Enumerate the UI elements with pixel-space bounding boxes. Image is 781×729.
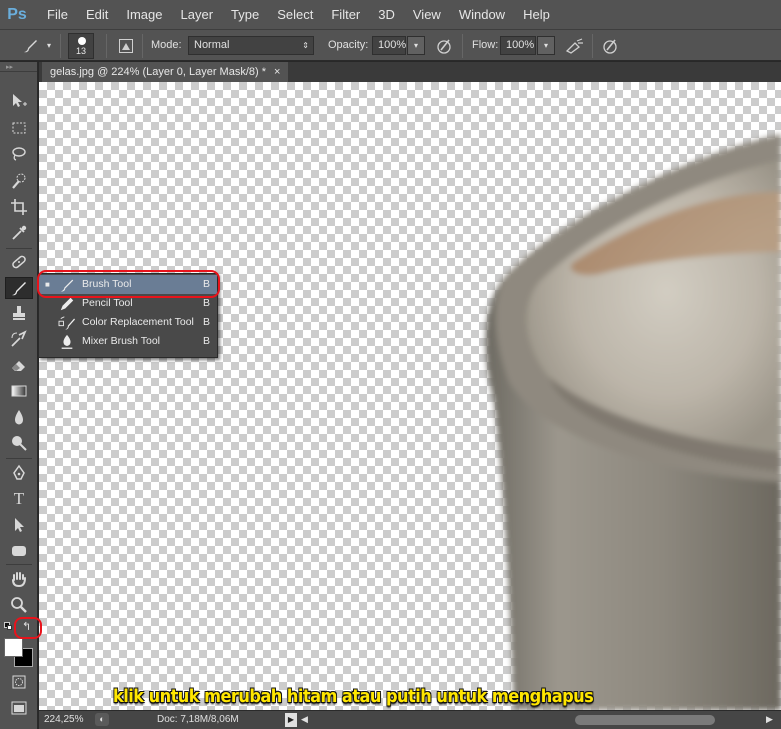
brush-panel-toggle-icon[interactable] (116, 36, 136, 56)
pressure-opacity-icon[interactable] (434, 36, 454, 56)
brush-tool-highlight (37, 270, 220, 298)
lasso-tool-icon[interactable] (5, 143, 33, 165)
opacity-input[interactable]: 100% (372, 36, 406, 55)
quick-selection-tool-icon[interactable] (5, 170, 33, 192)
pressure-size-icon[interactable] (600, 36, 620, 56)
menu-select[interactable]: Select (268, 0, 322, 29)
crop-tool-icon[interactable] (5, 196, 33, 218)
annotation-caption: klik untuk merubah hitam atau putih untu… (113, 686, 594, 707)
clone-stamp-tool-icon[interactable] (5, 302, 33, 324)
opacity-label: Opacity: (328, 39, 369, 51)
menu-file[interactable]: File (38, 0, 77, 29)
gradient-tool-icon[interactable] (5, 380, 33, 402)
menu-type[interactable]: Type (222, 0, 268, 29)
menu-filter[interactable]: Filter (322, 0, 369, 29)
panel-grip[interactable]: ▸▸ (0, 62, 37, 72)
brush-size-value: 13 (75, 46, 86, 56)
tool-preset-dropdown-icon[interactable]: ▾ (44, 40, 54, 52)
dodge-tool-icon[interactable] (5, 432, 33, 454)
menu-help[interactable]: Help (514, 0, 559, 29)
mode-select[interactable]: Normal ⇕ (188, 36, 314, 55)
flow-dropdown-icon[interactable]: ▾ (537, 36, 555, 55)
brush-size-picker[interactable]: 13 (68, 33, 94, 59)
menu-window[interactable]: Window (450, 0, 514, 29)
horizontal-scrollbar-thumb[interactable] (575, 715, 715, 725)
foreground-color-swatch[interactable] (4, 638, 23, 657)
status-bar: 224,25% ◐ Doc: 7,18M/8,06M ▶ ◀ ▶ (39, 710, 781, 729)
eraser-tool-icon[interactable] (5, 354, 33, 376)
flyout-item-mixer-brush-tool[interactable]: Mixer Brush Tool B (39, 332, 217, 351)
separator (142, 34, 143, 58)
brush-tool-icon[interactable] (5, 277, 33, 299)
menu-layer[interactable]: Layer (172, 0, 223, 29)
brush-tip-icon (78, 37, 86, 45)
mixer-brush-icon (58, 333, 76, 350)
default-colors-icon[interactable] (4, 622, 12, 630)
flow-input[interactable]: 100% (500, 36, 536, 55)
tool-preset-brush-icon[interactable] (20, 36, 40, 56)
shape-tool-icon[interactable] (5, 540, 33, 562)
flow-label: Flow: (472, 39, 499, 51)
document-tab-title: gelas.jpg @ 224% (Layer 0, Layer Mask/8)… (50, 66, 266, 78)
scroll-right-icon[interactable]: ▶ (766, 714, 773, 725)
eyedropper-tool-icon[interactable] (5, 222, 33, 244)
healing-brush-tool-icon[interactable] (5, 251, 33, 273)
hand-tool-icon[interactable] (5, 568, 33, 590)
screen-mode-icon[interactable] (5, 697, 33, 719)
document-canvas[interactable]: klik untuk merubah hitam atau putih untu… (39, 82, 781, 710)
swap-colors-highlight (14, 617, 42, 639)
menu-view[interactable]: View (404, 0, 450, 29)
document-tab[interactable]: gelas.jpg @ 224% (Layer 0, Layer Mask/8)… (42, 62, 289, 82)
options-bar: ▾ 13 Mode: Normal ⇕ Opacity: 100% ▾ Flow… (0, 29, 781, 61)
separator (592, 34, 593, 58)
history-brush-tool-icon[interactable] (5, 328, 33, 350)
pen-tool-icon[interactable] (5, 462, 33, 484)
glass-image (485, 134, 781, 710)
tool-divider (6, 248, 32, 249)
airbrush-icon[interactable] (565, 36, 585, 56)
mode-value: Normal (194, 39, 230, 51)
menu-3d[interactable]: 3D (369, 0, 404, 29)
chevron-updown-icon: ⇕ (302, 41, 309, 50)
tool-divider (6, 458, 32, 459)
move-tool-icon[interactable] (5, 90, 33, 112)
share-icon[interactable]: ◐ (95, 713, 109, 726)
document-info: Doc: 7,18M/8,06M (157, 714, 239, 725)
quick-mask-icon[interactable] (5, 671, 33, 693)
photoshop-logo: Ps (7, 5, 27, 23)
mode-label: Mode: (151, 39, 182, 51)
type-tool-icon[interactable]: T (5, 488, 33, 510)
path-selection-tool-icon[interactable] (5, 514, 33, 536)
zoom-tool-icon[interactable] (5, 594, 33, 616)
document-tab-bar: gelas.jpg @ 224% (Layer 0, Layer Mask/8)… (39, 62, 781, 82)
menu-bar: Ps File Edit Image Layer Type Select Fil… (0, 0, 781, 29)
menu-image[interactable]: Image (117, 0, 171, 29)
blur-tool-icon[interactable] (5, 407, 33, 429)
status-menu-arrow-icon[interactable]: ▶ (285, 713, 297, 727)
separator (60, 34, 61, 58)
scroll-left-icon[interactable]: ◀ (301, 714, 308, 725)
separator (106, 34, 107, 58)
zoom-level[interactable]: 224,25% (44, 714, 83, 725)
opacity-dropdown-icon[interactable]: ▾ (407, 36, 425, 55)
separator (462, 34, 463, 58)
tool-divider (6, 564, 32, 565)
close-icon[interactable]: × (274, 62, 280, 82)
menu-edit[interactable]: Edit (77, 0, 117, 29)
flyout-item-color-replacement-tool[interactable]: Color Replacement Tool B (39, 313, 217, 332)
color-replacement-icon (58, 314, 76, 331)
marquee-tool-icon[interactable] (5, 117, 33, 139)
